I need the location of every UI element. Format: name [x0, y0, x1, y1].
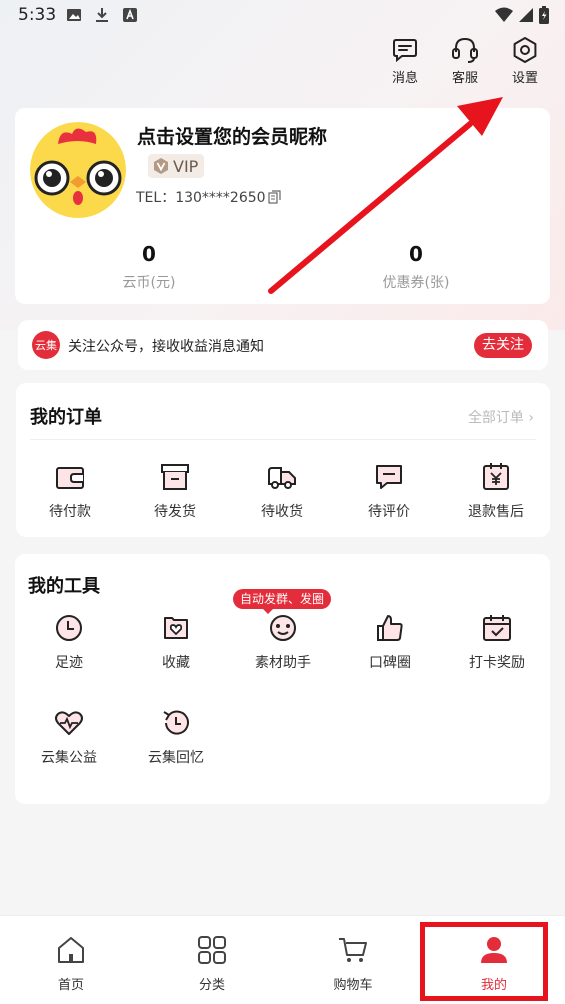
tool-memories[interactable]: 云集回忆: [131, 707, 221, 767]
customer-service-button[interactable]: 客服: [435, 36, 495, 86]
tool-checkin-reward[interactable]: 打卡奖励: [452, 612, 542, 672]
coupon-value: 0: [409, 242, 423, 266]
order-pending-review-label: 待评价: [368, 504, 410, 520]
all-orders-link[interactable]: 全部订单 ›: [468, 407, 534, 427]
truck-icon: [268, 467, 296, 489]
order-pending-review[interactable]: 待评价: [344, 461, 434, 521]
customer-service-label: 客服: [451, 71, 478, 86]
assistant-icon: [270, 615, 296, 641]
home-icon: [58, 937, 84, 963]
image-notification-icon: [67, 9, 81, 21]
coupon-stat[interactable]: 0 优惠券(张): [336, 242, 496, 292]
favorite-icon: [164, 617, 188, 639]
copy-icon[interactable]: [267, 190, 282, 204]
vip-label: VIP: [173, 156, 199, 176]
tool-reputation-label: 口碑圈: [369, 655, 411, 671]
divider: [30, 439, 536, 440]
notice-text: 关注公众号，接收收益消息通知: [68, 339, 264, 355]
settings-icon: [513, 37, 537, 63]
tool-material-assistant[interactable]: 素材助手: [238, 612, 328, 672]
cloud-coin-label: 云币(元): [122, 275, 176, 291]
nav-cart[interactable]: 购物车: [303, 934, 403, 993]
tool-favorites-label: 收藏: [162, 655, 190, 671]
orders-card: 我的订单 全部订单 › 待付款 待发货 待收货 待评价 退款售后: [16, 383, 550, 537]
order-pending-shipment-label: 待发货: [154, 504, 196, 520]
annotation-highlight-box: [420, 922, 548, 1001]
tool-footprint-label: 足迹: [55, 655, 83, 671]
messages-button[interactable]: 消息: [375, 36, 435, 86]
messages-label: 消息: [391, 71, 418, 86]
tools-title: 我的工具: [28, 576, 100, 597]
message-icon: [393, 39, 417, 63]
status-bar: 5:33: [0, 0, 565, 32]
battery-icon: [539, 6, 549, 24]
status-time: 5:33: [18, 5, 57, 25]
tool-reputation[interactable]: 口碑圈: [345, 612, 435, 672]
tool-checkin-reward-label: 打卡奖励: [469, 655, 525, 671]
box-icon: [161, 464, 189, 490]
vip-diamond-icon: [154, 158, 168, 174]
orders-title: 我的订单: [30, 407, 102, 428]
refund-icon: [483, 463, 509, 490]
nav-category[interactable]: 分类: [162, 934, 262, 993]
settings-button[interactable]: 设置: [495, 36, 555, 86]
phone-number: TEL：130****2650: [136, 187, 282, 207]
vip-badge: VIP: [148, 154, 205, 178]
nav-home-label: 首页: [57, 978, 84, 993]
order-pending-receipt-label: 待收货: [261, 504, 303, 520]
order-refund-label: 退款售后: [468, 504, 524, 520]
tool-memories-label: 云集回忆: [148, 750, 204, 766]
tool-footprint[interactable]: 足迹: [24, 612, 114, 672]
wifi-icon: [495, 7, 513, 22]
wallet-icon: [56, 467, 84, 489]
history-icon: [163, 710, 189, 735]
cloud-coin-value: 0: [142, 242, 156, 266]
tools-card: 我的工具 自动发群、发圈 足迹 收藏 素材助手 口碑圈 打卡奖励 云集公益 云集…: [15, 554, 550, 804]
order-pending-payment[interactable]: 待付款: [25, 461, 115, 521]
top-actions: 消息 客服 设置: [375, 36, 555, 86]
download-notification-icon: [96, 8, 108, 22]
nav-category-label: 分类: [198, 978, 225, 993]
nav-cart-label: 购物车: [333, 978, 373, 993]
heart-pulse-icon: [55, 711, 83, 735]
comment-icon: [376, 465, 402, 489]
avatar[interactable]: [30, 122, 126, 218]
app-notification-icon: [123, 8, 137, 22]
cloud-coin-stat[interactable]: 0 云币(元): [69, 242, 229, 292]
follow-notice-bar[interactable]: 云集 关注公众号，接收收益消息通知 去关注: [18, 320, 548, 370]
phone-text: TEL：130****2650: [136, 190, 266, 206]
thumbs-up-icon: [377, 615, 403, 641]
nickname[interactable]: 点击设置您的会员昵称: [137, 122, 327, 149]
nav-home[interactable]: 首页: [21, 934, 121, 993]
order-pending-payment-label: 待付款: [49, 504, 91, 520]
tool-material-assistant-label: 素材助手: [255, 655, 311, 671]
order-refund[interactable]: 退款售后: [451, 461, 541, 521]
tool-charity[interactable]: 云集公益: [24, 707, 114, 767]
profile-card: 点击设置您的会员昵称 VIP TEL：130****2650 0 云币(元) 0…: [15, 108, 550, 304]
category-icon: [198, 936, 226, 964]
tool-favorites[interactable]: 收藏: [131, 612, 221, 672]
coupon-label: 优惠券(张): [382, 275, 450, 291]
yunji-logo: 云集: [32, 331, 60, 359]
tool-charity-label: 云集公益: [41, 750, 97, 766]
follow-button[interactable]: 去关注: [474, 333, 532, 358]
auto-post-tag: 自动发群、发圈: [233, 589, 332, 614]
cart-icon: [339, 938, 367, 962]
signal-icon: [519, 8, 533, 22]
settings-label: 设置: [511, 71, 538, 86]
clock-icon: [56, 615, 82, 641]
calendar-check-icon: [483, 615, 511, 641]
order-pending-receipt[interactable]: 待收货: [237, 461, 327, 521]
order-pending-shipment[interactable]: 待发货: [130, 461, 220, 521]
headset-icon: [452, 37, 478, 63]
chick-avatar-icon: [30, 122, 126, 218]
